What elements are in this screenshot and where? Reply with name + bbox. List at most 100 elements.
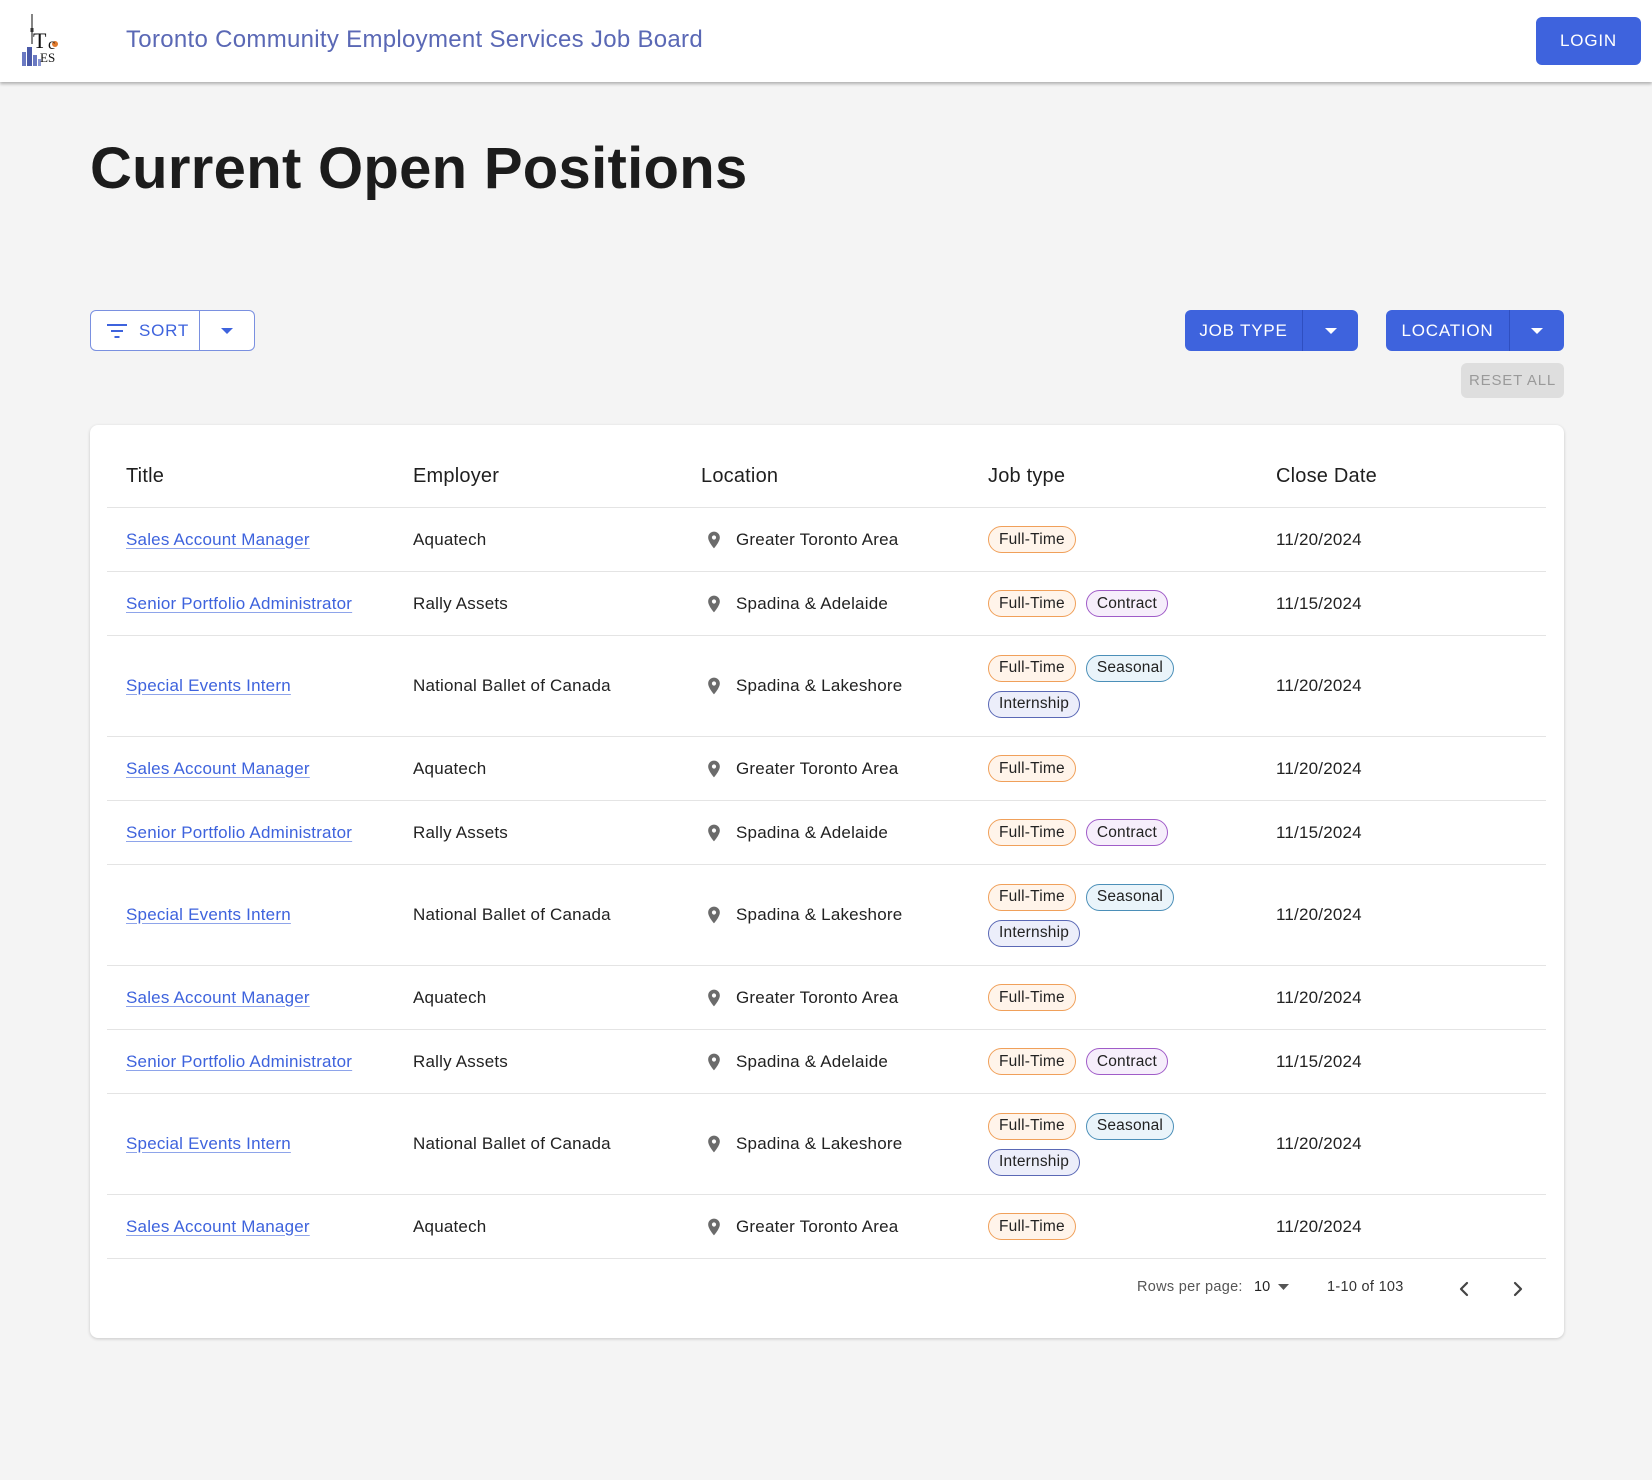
table-row[interactable]: Special Events Intern National Ballet of … bbox=[107, 636, 1546, 737]
column-header-close-date[interactable]: Close Date bbox=[1276, 465, 1377, 488]
employer-cell: National Ballet of Canada bbox=[413, 905, 611, 924]
employer-cell: National Ballet of Canada bbox=[413, 1134, 611, 1153]
job-type-chip: Full-Time bbox=[988, 984, 1076, 1011]
job-type-chip: Full-Time bbox=[988, 590, 1076, 617]
rows-per-page-label: Rows per page: bbox=[1137, 1279, 1243, 1295]
location-cell: Greater Toronto Area bbox=[701, 508, 981, 571]
location-pin-icon bbox=[708, 595, 720, 612]
caret-down-icon bbox=[221, 327, 233, 334]
job-type-chip: Contract bbox=[1085, 1048, 1168, 1075]
job-type-chips: Full-Time Contract bbox=[988, 1048, 1188, 1075]
job-type-chips: Full-Time Seasonal Internship bbox=[988, 1112, 1188, 1176]
title-cell: Sales Account Manager bbox=[126, 737, 406, 800]
job-type-cell: Full-Time bbox=[988, 508, 1268, 571]
job-type-cell: Full-Time Seasonal Internship bbox=[988, 636, 1268, 736]
employer-cell: National Ballet of Canada bbox=[413, 676, 611, 695]
sort-label: SORT bbox=[139, 320, 190, 340]
job-type-dropdown-button[interactable] bbox=[1303, 310, 1358, 351]
app-title[interactable]: Toronto Community Employment Services Jo… bbox=[126, 26, 703, 54]
table-row[interactable]: Sales Account Manager Aquatech Greater Tor… bbox=[107, 1195, 1546, 1259]
job-type-chip: Full-Time bbox=[988, 1213, 1076, 1240]
location-text: Spadina & Adelaide bbox=[736, 593, 889, 613]
location-text: Spadina & Adelaide bbox=[736, 1051, 889, 1071]
close-date-cell: 11/15/2024 bbox=[1276, 593, 1362, 613]
job-type-chip: Internship bbox=[988, 1148, 1081, 1176]
rows-per-page-value: 10 bbox=[1254, 1279, 1271, 1295]
job-type-chip: Seasonal bbox=[1085, 1112, 1175, 1140]
job-title-link[interactable]: Special Events Intern bbox=[126, 905, 291, 925]
table-row[interactable]: Special Events Intern National Ballet of … bbox=[107, 1094, 1546, 1195]
table-row[interactable]: Special Events Intern National Ballet of … bbox=[107, 865, 1546, 966]
column-header-location[interactable]: Location bbox=[701, 465, 778, 488]
table-row[interactable]: Sales Account Manager Aquatech Greater Tor… bbox=[107, 508, 1546, 572]
job-type-chip: Contract bbox=[1085, 819, 1168, 846]
location-text: Greater Toronto Area bbox=[736, 758, 899, 778]
job-title-link[interactable]: Sales Account Manager bbox=[126, 988, 310, 1008]
chevron-left-icon[interactable] bbox=[1450, 1275, 1478, 1303]
chevron-right-icon[interactable] bbox=[1504, 1275, 1532, 1303]
close-date-cell: 11/20/2024 bbox=[1276, 1134, 1362, 1153]
employer-cell: Rally Assets bbox=[413, 593, 508, 613]
title-cell: Senior Portfolio Administrator bbox=[126, 1030, 406, 1093]
job-type-chips: Full-Time bbox=[988, 526, 1188, 553]
logo[interactable]: T c ES bbox=[18, 14, 62, 68]
job-type-chip: Full-Time bbox=[988, 654, 1076, 682]
job-type-chips: Full-Time Seasonal Internship bbox=[988, 654, 1188, 718]
job-type-chips: Full-Time Contract bbox=[988, 590, 1188, 617]
job-type-chip: Full-Time bbox=[988, 883, 1076, 911]
sort-dropdown-button[interactable] bbox=[200, 311, 254, 350]
table-row[interactable]: Senior Portfolio Administrator Rally Asse… bbox=[107, 572, 1546, 636]
job-title-link[interactable]: Sales Account Manager bbox=[126, 759, 310, 779]
job-title-link[interactable]: Senior Portfolio Administrator bbox=[126, 823, 352, 843]
job-title-link[interactable]: Special Events Intern bbox=[126, 676, 291, 696]
column-header-title[interactable]: Title bbox=[126, 465, 164, 488]
caret-down-icon bbox=[1324, 327, 1337, 334]
app-bar: T c ES Toronto Community Employment Serv… bbox=[0, 0, 1652, 82]
job-type-chips: Full-Time bbox=[988, 984, 1188, 1011]
job-title-link[interactable]: Special Events Intern bbox=[126, 1134, 291, 1154]
location-button[interactable]: LOCATION bbox=[1386, 310, 1510, 351]
logo-es: ES bbox=[40, 50, 56, 65]
page-title: Current Open Positions bbox=[90, 136, 748, 201]
location-pin-icon bbox=[708, 677, 720, 695]
filter-list-icon bbox=[107, 323, 127, 338]
close-date-cell: 11/20/2024 bbox=[1276, 676, 1362, 695]
job-type-cell: Full-Time Contract bbox=[988, 801, 1268, 864]
employer-cell: Aquatech bbox=[413, 758, 487, 778]
close-date-cell: 11/20/2024 bbox=[1276, 905, 1362, 924]
job-title-link[interactable]: Senior Portfolio Administrator bbox=[126, 1052, 352, 1072]
table-row[interactable]: Senior Portfolio Administrator Rally Asse… bbox=[107, 801, 1546, 865]
job-type-chip: Internship bbox=[988, 919, 1081, 947]
column-header-employer[interactable]: Employer bbox=[413, 465, 499, 488]
location-pin-icon bbox=[708, 989, 720, 1006]
location-cell: Greater Toronto Area bbox=[701, 1195, 981, 1258]
column-header-job-type[interactable]: Job type bbox=[988, 465, 1065, 488]
sort-button-group: SORT bbox=[90, 310, 255, 351]
job-type-chips: Full-Time bbox=[988, 755, 1188, 782]
location-button-group: LOCATION bbox=[1386, 310, 1564, 351]
rows-per-page-select[interactable]: 10 bbox=[1254, 1279, 1290, 1295]
job-type-cell: Full-Time Seasonal Internship bbox=[988, 865, 1268, 965]
job-type-chips: Full-Time bbox=[988, 1213, 1188, 1240]
job-type-button[interactable]: JOB TYPE bbox=[1185, 310, 1303, 351]
table-header: Title Employer Location Job type Close D… bbox=[107, 455, 1546, 508]
location-cell: Spadina & Adelaide bbox=[701, 1030, 981, 1093]
job-type-chip: Seasonal bbox=[1085, 654, 1175, 682]
title-cell: Sales Account Manager bbox=[126, 508, 406, 571]
job-type-chip: Full-Time bbox=[988, 1048, 1076, 1075]
table-row[interactable]: Sales Account Manager Aquatech Greater Tor… bbox=[107, 966, 1546, 1030]
title-cell: Sales Account Manager bbox=[126, 1195, 406, 1258]
job-title-link[interactable]: Sales Account Manager bbox=[126, 530, 310, 550]
job-title-link[interactable]: Sales Account Manager bbox=[126, 1217, 310, 1237]
job-title-link[interactable]: Senior Portfolio Administrator bbox=[126, 594, 352, 614]
title-cell: Senior Portfolio Administrator bbox=[126, 572, 406, 635]
location-pin-icon bbox=[708, 1218, 720, 1235]
close-date-cell: 11/20/2024 bbox=[1276, 1216, 1362, 1236]
pagination: Rows per page: 10 1-10 of 103 bbox=[90, 1268, 1564, 1312]
table-row[interactable]: Senior Portfolio Administrator Rally Asse… bbox=[107, 1030, 1546, 1094]
location-dropdown-button[interactable] bbox=[1510, 310, 1564, 351]
login-button[interactable]: LOGIN bbox=[1536, 17, 1641, 65]
table-row[interactable]: Sales Account Manager Aquatech Greater Tor… bbox=[107, 737, 1546, 801]
job-type-chip: Full-Time bbox=[988, 819, 1076, 846]
sort-button[interactable]: SORT bbox=[91, 311, 200, 350]
